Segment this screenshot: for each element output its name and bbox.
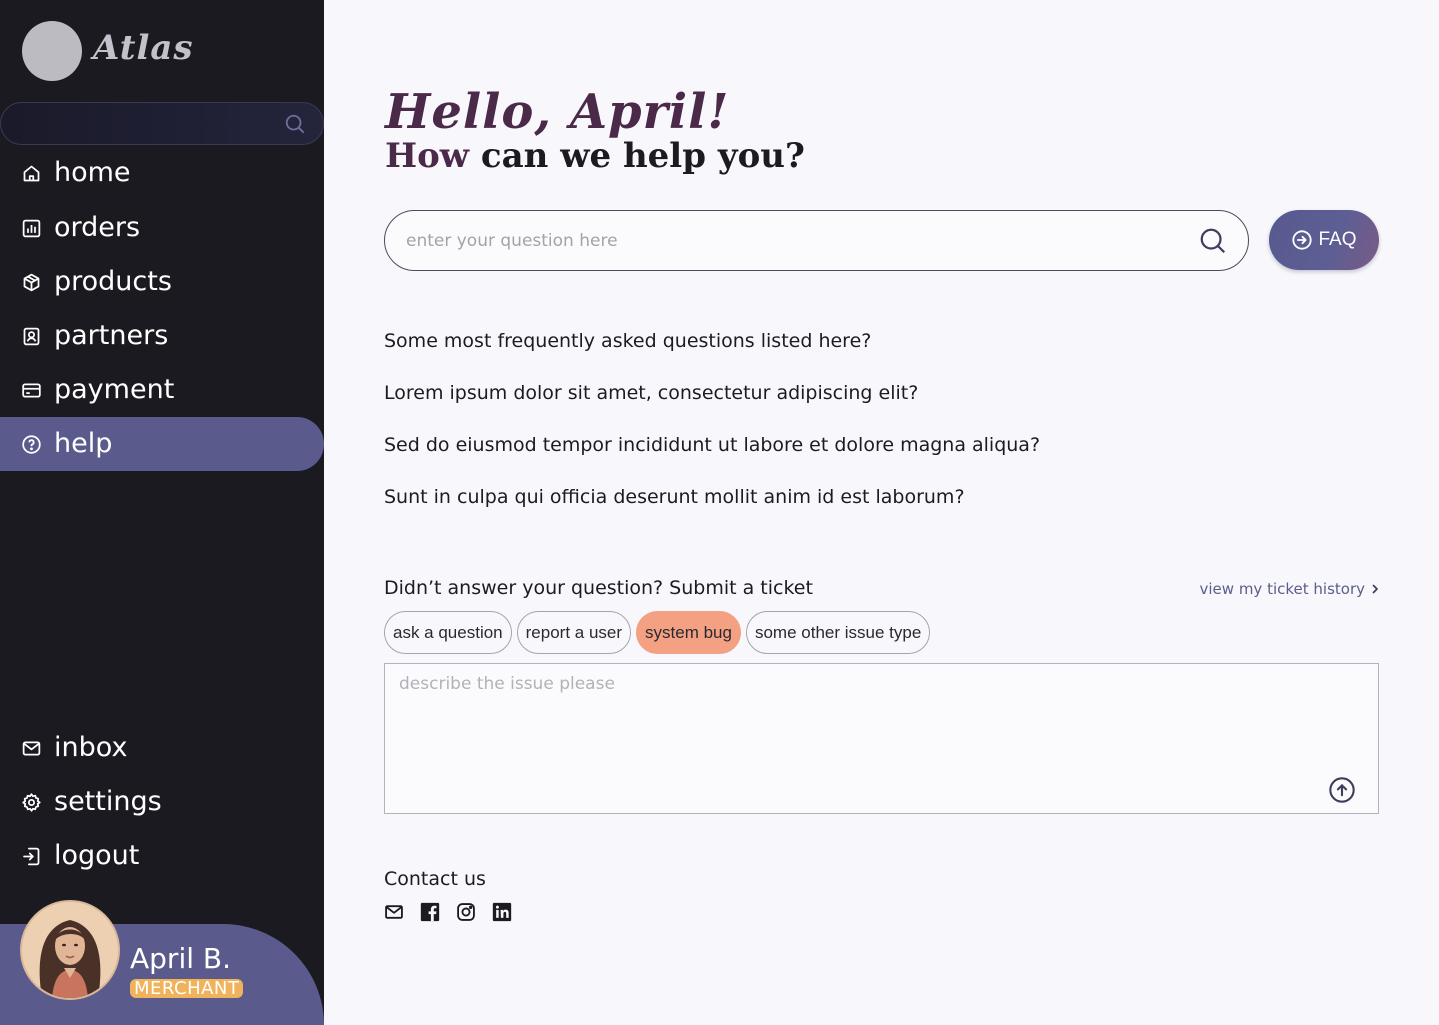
- sidebar-item-orders[interactable]: orders: [0, 201, 324, 255]
- subtitle-accent: How: [385, 136, 470, 176]
- gear-icon: [21, 792, 42, 813]
- chip-system-bug[interactable]: system bug: [636, 611, 741, 654]
- help-icon: [21, 434, 42, 455]
- linkedin-icon[interactable]: [492, 902, 512, 922]
- app-logo: Atlas: [93, 28, 194, 68]
- contact-icon: [21, 326, 42, 347]
- logout-icon: [21, 846, 42, 867]
- sidebar-item-label: orders: [54, 212, 141, 243]
- search-icon[interactable]: [1198, 226, 1228, 256]
- sidebar-item-label: inbox: [54, 732, 128, 763]
- ticket-section-title: Didn’t answer your question? Submit a ti…: [384, 577, 813, 599]
- ticket-history-link[interactable]: view my ticket history: [1200, 578, 1381, 600]
- contact-title: Contact us: [384, 868, 486, 890]
- home-icon: [21, 163, 42, 184]
- greeting-hello: Hello,: [385, 84, 553, 140]
- avatar[interactable]: [20, 900, 120, 1000]
- sidebar-item-partners[interactable]: partners: [0, 309, 324, 363]
- sidebar: Atlas home orders products partners paym…: [0, 0, 324, 1025]
- greeting-title: Hello, April!: [385, 82, 729, 142]
- sidebar-item-label: help: [54, 428, 113, 459]
- issue-type-chips: ask a question report a user system bug …: [384, 611, 931, 654]
- faq-list: Some most frequently asked questions lis…: [384, 326, 1284, 534]
- issue-description-box: [384, 663, 1379, 814]
- logo-mark: [22, 21, 82, 81]
- box-icon: [21, 272, 42, 293]
- faq-button-label: FAQ: [1318, 229, 1357, 250]
- faq-question[interactable]: Sunt in culpa qui officia deserunt molli…: [384, 482, 1284, 534]
- instagram-icon[interactable]: [456, 902, 476, 922]
- ticket-history-label: view my ticket history: [1199, 580, 1365, 598]
- mail-icon: [21, 738, 42, 759]
- mail-icon[interactable]: [384, 902, 404, 922]
- user-name: April B.: [130, 942, 232, 975]
- sidebar-item-products[interactable]: products: [0, 255, 324, 309]
- page-subtitle: How can we help you?: [385, 134, 805, 178]
- arrow-up-circle-icon: [1329, 777, 1355, 803]
- chip-other-issue[interactable]: some other issue type: [745, 611, 931, 654]
- chip-ask-question[interactable]: ask a question: [384, 611, 512, 654]
- facebook-icon[interactable]: [420, 902, 440, 922]
- faq-button[interactable]: FAQ: [1269, 210, 1379, 270]
- faq-question[interactable]: Sed do eiusmod tempor incididunt ut labo…: [384, 430, 1284, 482]
- subtitle-rest: can we help you?: [469, 136, 805, 176]
- question-search: [384, 210, 1249, 271]
- sidebar-item-settings[interactable]: settings: [0, 775, 324, 829]
- sidebar-search-input[interactable]: [0, 102, 324, 145]
- sidebar-item-label: logout: [54, 840, 140, 871]
- issue-description-input[interactable]: [399, 674, 1339, 799]
- sidebar-item-label: settings: [54, 786, 162, 817]
- arrow-circle-right-icon: [1291, 229, 1313, 251]
- sidebar-item-label: home: [54, 157, 131, 188]
- user-role-badge: MERCHANT: [130, 979, 244, 998]
- sidebar-item-label: products: [54, 266, 172, 297]
- faq-question[interactable]: Some most frequently asked questions lis…: [384, 326, 1284, 378]
- chevron-right-icon: [1369, 583, 1381, 595]
- search-icon[interactable]: [284, 113, 306, 135]
- sidebar-item-logout[interactable]: logout: [0, 829, 324, 883]
- question-search-input[interactable]: [406, 220, 1186, 261]
- sidebar-item-payment[interactable]: payment: [0, 363, 324, 417]
- contact-links: [384, 902, 512, 922]
- chip-report-user[interactable]: report a user: [516, 611, 632, 654]
- submit-ticket-button[interactable]: [1328, 776, 1356, 804]
- card-icon: [21, 380, 42, 401]
- greeting-name: April!: [569, 84, 730, 140]
- sidebar-item-label: payment: [54, 374, 175, 405]
- sidebar-item-label: partners: [54, 320, 169, 351]
- sidebar-item-inbox[interactable]: inbox: [0, 721, 324, 775]
- chart-icon: [21, 218, 42, 239]
- sidebar-item-help[interactable]: help: [0, 417, 324, 471]
- sidebar-item-home[interactable]: home: [0, 146, 324, 200]
- faq-question[interactable]: Lorem ipsum dolor sit amet, consectetur …: [384, 378, 1284, 430]
